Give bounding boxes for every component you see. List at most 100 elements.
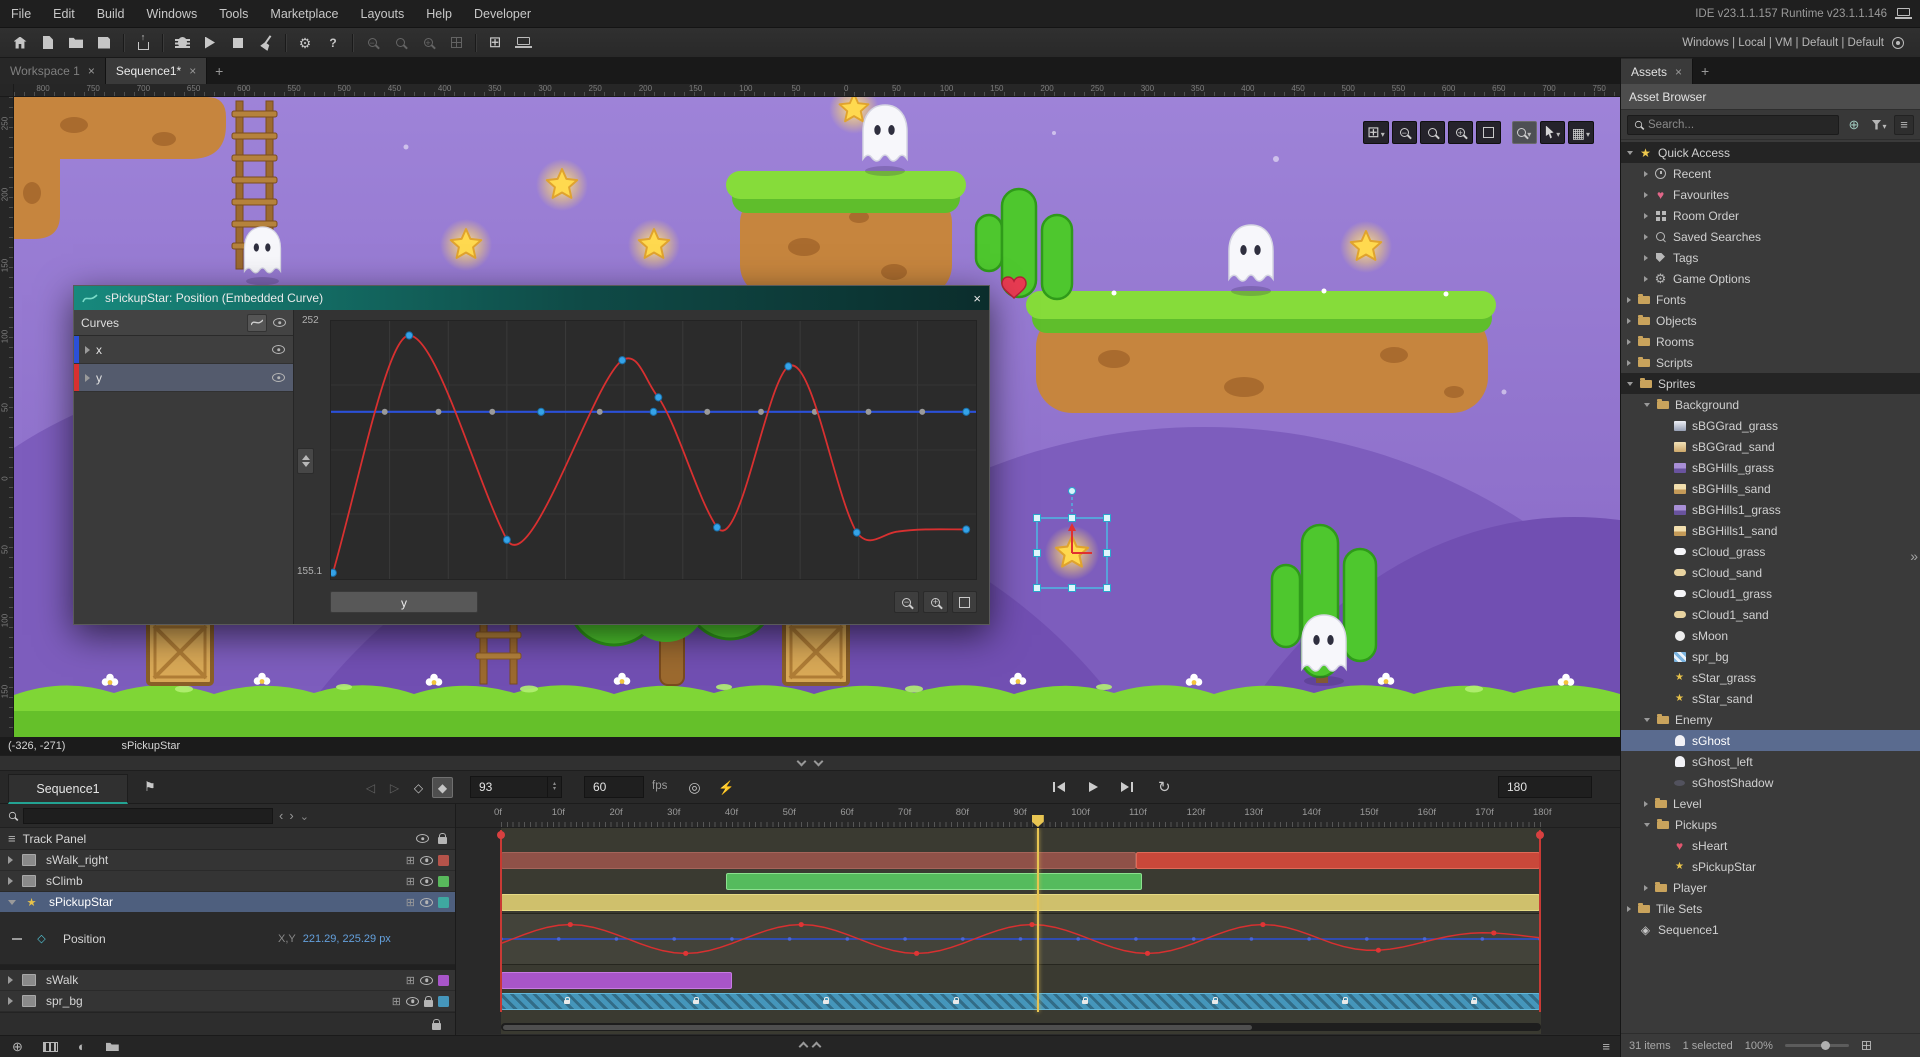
asset-smoon[interactable]: sMoon	[1621, 625, 1920, 646]
star-sprite[interactable]	[628, 219, 680, 271]
open-project-button[interactable]	[63, 31, 89, 55]
chevron-down-icon[interactable]	[1644, 823, 1650, 827]
crate-sprite[interactable]	[148, 620, 212, 684]
asset-favourites[interactable]: Favourites	[1621, 184, 1920, 205]
chevron-right-icon[interactable]	[1644, 885, 1648, 891]
asset-saved-searches[interactable]: Saved Searches	[1621, 226, 1920, 247]
loop-playback-button[interactable]	[1158, 778, 1171, 796]
chevron-right-icon[interactable]	[1644, 213, 1648, 219]
asset-sghostshadow[interactable]: sGhostShadow	[1621, 772, 1920, 793]
expander-icon[interactable]	[85, 346, 90, 354]
zoom-out-button[interactable]	[1392, 121, 1417, 144]
menu-tools[interactable]: Tools	[208, 0, 259, 28]
run-button[interactable]	[197, 31, 223, 55]
asset-tags[interactable]: Tags	[1621, 247, 1920, 268]
asset-level[interactable]: Level	[1621, 793, 1920, 814]
timeline-dopesheet[interactable]: 0f10f20f30f40f50f60f70f80f90f100f110f120…	[455, 804, 1620, 1035]
close-icon[interactable]	[973, 291, 981, 306]
asset-sprites[interactable]: Sprites	[1621, 373, 1920, 394]
curve-view-toggle-button[interactable]	[247, 314, 267, 332]
magnify-tool-button[interactable]	[1512, 121, 1537, 144]
menu-file[interactable]: File	[0, 0, 42, 28]
asset-room-order[interactable]: Room Order	[1621, 205, 1920, 226]
chevron-right-icon[interactable]	[1644, 255, 1648, 261]
zoom-reset-button[interactable]	[1420, 121, 1445, 144]
chevron-right-icon[interactable]	[1627, 360, 1631, 366]
chevron-right-icon[interactable]	[1644, 171, 1648, 177]
folder-icon[interactable]	[106, 1042, 119, 1051]
asset-sbghills-sand[interactable]: sBGHills_sand	[1621, 478, 1920, 499]
help-button[interactable]	[320, 31, 346, 55]
asset-sstar-grass[interactable]: sStar_grass	[1621, 667, 1920, 688]
track-position[interactable]: PositionX,Y221.29, 225.29 px	[0, 913, 455, 965]
view-layout-button[interactable]	[1363, 121, 1389, 144]
track-swalk-right[interactable]: sWalk_right	[0, 850, 455, 871]
add-asset-button[interactable]	[1844, 115, 1864, 135]
grid-view-icon[interactable]	[1862, 1041, 1871, 1050]
chevron-right-icon[interactable]	[8, 976, 13, 984]
panel-splitter[interactable]	[0, 755, 1620, 771]
tab-assets[interactable]: Assets	[1621, 58, 1693, 84]
asset-player[interactable]: Player	[1621, 877, 1920, 898]
eye-icon[interactable]	[272, 345, 285, 354]
swap-axes-button[interactable]	[297, 448, 314, 474]
add-keyframe-button[interactable]	[406, 895, 415, 909]
flag-icon[interactable]	[144, 779, 156, 795]
asset-scloud1-grass[interactable]: sCloud1_grass	[1621, 583, 1920, 604]
eye-icon[interactable]	[420, 856, 433, 865]
new-tab-button[interactable]	[207, 58, 231, 84]
menu-edit[interactable]: Edit	[42, 0, 86, 28]
track-filter-icon[interactable]	[8, 831, 16, 846]
add-keyframe-button[interactable]	[406, 853, 415, 867]
close-icon[interactable]	[88, 64, 95, 78]
eye-icon[interactable]	[420, 877, 433, 886]
frame-spinner[interactable]	[547, 777, 561, 797]
lock-icon[interactable]	[432, 1023, 441, 1030]
track-search-input[interactable]	[23, 808, 273, 824]
asset-rooms[interactable]: Rooms	[1621, 331, 1920, 352]
thumbnail-size-slider[interactable]	[1785, 1044, 1849, 1047]
chevron-down-icon[interactable]	[1627, 151, 1633, 155]
chevron-right-icon[interactable]	[1644, 234, 1648, 240]
curve-channel-y[interactable]: y	[74, 364, 293, 392]
chevron-down-icon[interactable]	[8, 900, 16, 905]
chevron-right-icon[interactable]	[8, 997, 13, 1005]
browser-menu-button[interactable]	[1894, 115, 1914, 135]
y-channel-curve[interactable]	[333, 335, 966, 572]
chevron-right-icon[interactable]	[1644, 192, 1648, 198]
chevron-right-icon[interactable]	[1627, 906, 1631, 912]
asset-objects[interactable]: Objects	[1621, 310, 1920, 331]
import-project-button[interactable]	[130, 31, 156, 55]
record-keyframes-button[interactable]	[432, 777, 453, 798]
curve-plot[interactable]	[331, 321, 976, 579]
expander-icon[interactable]	[85, 374, 90, 382]
asset-scripts[interactable]: Scripts	[1621, 352, 1920, 373]
x-axis-track-tab[interactable]: y	[330, 591, 478, 613]
asset-search-input[interactable]: Search...	[1627, 115, 1839, 135]
tab-workspace-1[interactable]: Workspace 1	[0, 58, 106, 84]
eye-icon[interactable]	[272, 373, 285, 382]
debug-button[interactable]	[169, 31, 195, 55]
laptop-mode-button[interactable]	[510, 31, 536, 55]
chevron-right-icon[interactable]	[8, 856, 13, 864]
region-end-marker[interactable]	[1536, 831, 1544, 839]
filter-assets-button[interactable]	[1869, 115, 1889, 135]
menu-windows[interactable]: Windows	[136, 0, 209, 28]
curve-zoom-in-button[interactable]	[923, 591, 948, 613]
save-project-button[interactable]	[91, 31, 117, 55]
select-tool-button[interactable]	[1540, 121, 1565, 144]
skip-to-start-button[interactable]	[1044, 775, 1074, 799]
add-track-button[interactable]	[12, 1039, 23, 1055]
search-options-button[interactable]	[300, 809, 309, 823]
layer-options-button[interactable]	[1568, 121, 1594, 144]
eye-icon[interactable]	[420, 898, 433, 907]
eye-icon[interactable]	[416, 834, 429, 843]
asset-sbggrad-grass[interactable]: sBGGrad_grass	[1621, 415, 1920, 436]
asset-sbghills1-sand[interactable]: sBGHills1_sand	[1621, 520, 1920, 541]
asset-scloud-sand[interactable]: sCloud_sand	[1621, 562, 1920, 583]
curves-toggle-icon[interactable]	[78, 1039, 86, 1054]
filmstrip-icon[interactable]	[43, 1042, 58, 1052]
panel-menu-icon[interactable]	[1602, 1039, 1610, 1054]
frame-ruler[interactable]: 0f10f20f30f40f50f60f70f80f90f100f110f120…	[456, 804, 1620, 828]
playhead-handle[interactable]	[1032, 815, 1044, 827]
